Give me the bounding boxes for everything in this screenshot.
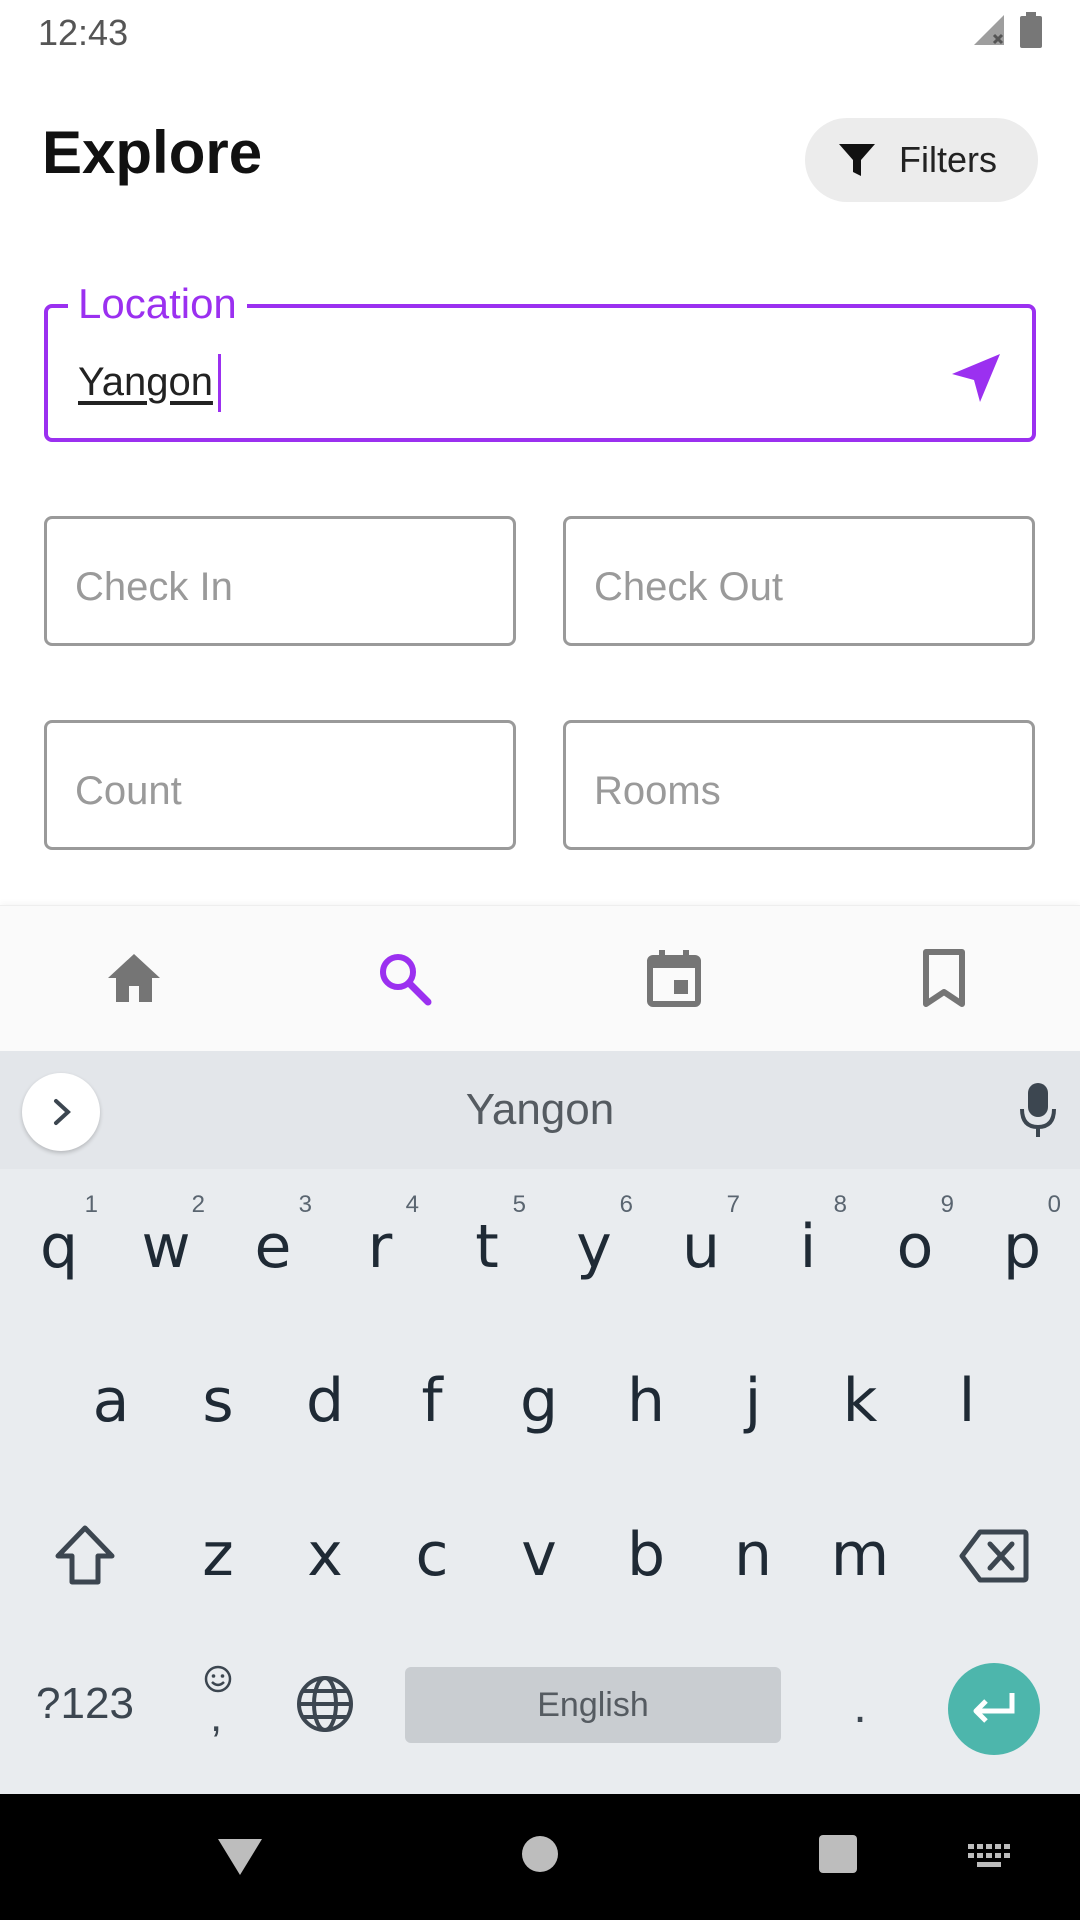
key-n[interactable]: n — [700, 1495, 806, 1615]
bottom-navigation — [0, 905, 1080, 1051]
emoji-comma-key[interactable]: , — [188, 1656, 248, 1746]
filters-button[interactable]: Filters — [805, 118, 1038, 202]
enter-key[interactable] — [948, 1663, 1040, 1755]
search-icon[interactable] — [372, 946, 436, 1010]
key-y[interactable]: y6 — [541, 1187, 647, 1307]
key-d[interactable]: d — [272, 1341, 378, 1461]
status-bar: 12:43 — [0, 0, 1080, 64]
key-q[interactable]: q1 — [6, 1187, 112, 1307]
space-bar[interactable]: English — [405, 1667, 781, 1743]
symbols-key[interactable]: ?123 — [20, 1664, 150, 1744]
backspace-icon[interactable] — [958, 1528, 1030, 1584]
location-input[interactable]: Yangon — [78, 360, 213, 405]
key-f[interactable]: f — [379, 1341, 485, 1461]
home-icon[interactable] — [102, 946, 166, 1010]
key-a[interactable]: a — [58, 1341, 164, 1461]
key-t[interactable]: t5 — [434, 1187, 540, 1307]
system-navigation-bar — [0, 1794, 1080, 1920]
signal-off-icon — [974, 15, 1004, 45]
back-icon[interactable] — [215, 1836, 265, 1878]
emoji-icon — [204, 1665, 232, 1693]
check-out-placeholder: Check Out — [594, 565, 783, 609]
period-key[interactable]: . — [830, 1661, 890, 1751]
filters-label: Filters — [899, 139, 997, 180]
location-label: Location — [68, 276, 247, 332]
key-r[interactable]: r4 — [327, 1187, 433, 1307]
comma-label: , — [210, 1692, 223, 1741]
location-field[interactable]: Location Yangon — [44, 276, 1036, 442]
status-icons — [972, 12, 1042, 48]
key-i[interactable]: i8 — [755, 1187, 861, 1307]
key-u[interactable]: u7 — [648, 1187, 754, 1307]
status-time: 12:43 — [38, 12, 129, 53]
key-k[interactable]: k — [807, 1341, 913, 1461]
key-z[interactable]: z — [165, 1495, 271, 1615]
text-cursor — [218, 354, 221, 412]
calendar-icon[interactable] — [642, 946, 706, 1010]
key-j[interactable]: j — [700, 1341, 806, 1461]
count-placeholder: Count — [75, 769, 182, 813]
key-m[interactable]: m — [807, 1495, 913, 1615]
key-p[interactable]: p0 — [969, 1187, 1075, 1307]
count-field[interactable]: Count — [44, 720, 516, 850]
key-o[interactable]: o9 — [862, 1187, 968, 1307]
microphone-icon[interactable] — [1018, 1083, 1058, 1139]
key-c[interactable]: c — [379, 1495, 485, 1615]
bookmark-icon[interactable] — [912, 946, 976, 1010]
page-title: Explore — [42, 119, 263, 186]
key-s[interactable]: s — [165, 1341, 271, 1461]
check-out-field[interactable]: Check Out — [563, 516, 1035, 646]
globe-icon[interactable] — [294, 1673, 356, 1735]
check-in-placeholder: Check In — [75, 565, 233, 609]
key-x[interactable]: x — [272, 1495, 378, 1615]
check-in-field[interactable]: Check In — [44, 516, 516, 646]
navigation-arrow-icon[interactable] — [948, 352, 1002, 406]
key-h[interactable]: h — [593, 1341, 699, 1461]
key-e[interactable]: e3 — [220, 1187, 326, 1307]
key-w[interactable]: w2 — [113, 1187, 219, 1307]
key-b[interactable]: b — [593, 1495, 699, 1615]
key-l[interactable]: l — [914, 1341, 1020, 1461]
key-v[interactable]: v — [486, 1495, 592, 1615]
soft-keyboard: Yangon q1 w2 e3 r4 t5 y6 u7 i8 o9 p0 a s… — [0, 1051, 1080, 1794]
home-circle-icon[interactable] — [520, 1834, 560, 1874]
filter-funnel-icon — [839, 144, 875, 176]
battery-icon — [1020, 12, 1042, 48]
rooms-placeholder: Rooms — [594, 769, 721, 813]
rooms-field[interactable]: Rooms — [563, 720, 1035, 850]
recents-icon[interactable] — [818, 1834, 858, 1874]
suggestion-bar: Yangon — [0, 1051, 1080, 1169]
shift-icon[interactable] — [52, 1522, 118, 1588]
keyboard-switch-icon[interactable] — [968, 1844, 1010, 1870]
key-g[interactable]: g — [486, 1341, 592, 1461]
enter-arrow-icon — [973, 1693, 1015, 1723]
suggestion-word[interactable]: Yangon — [0, 1085, 1080, 1135]
